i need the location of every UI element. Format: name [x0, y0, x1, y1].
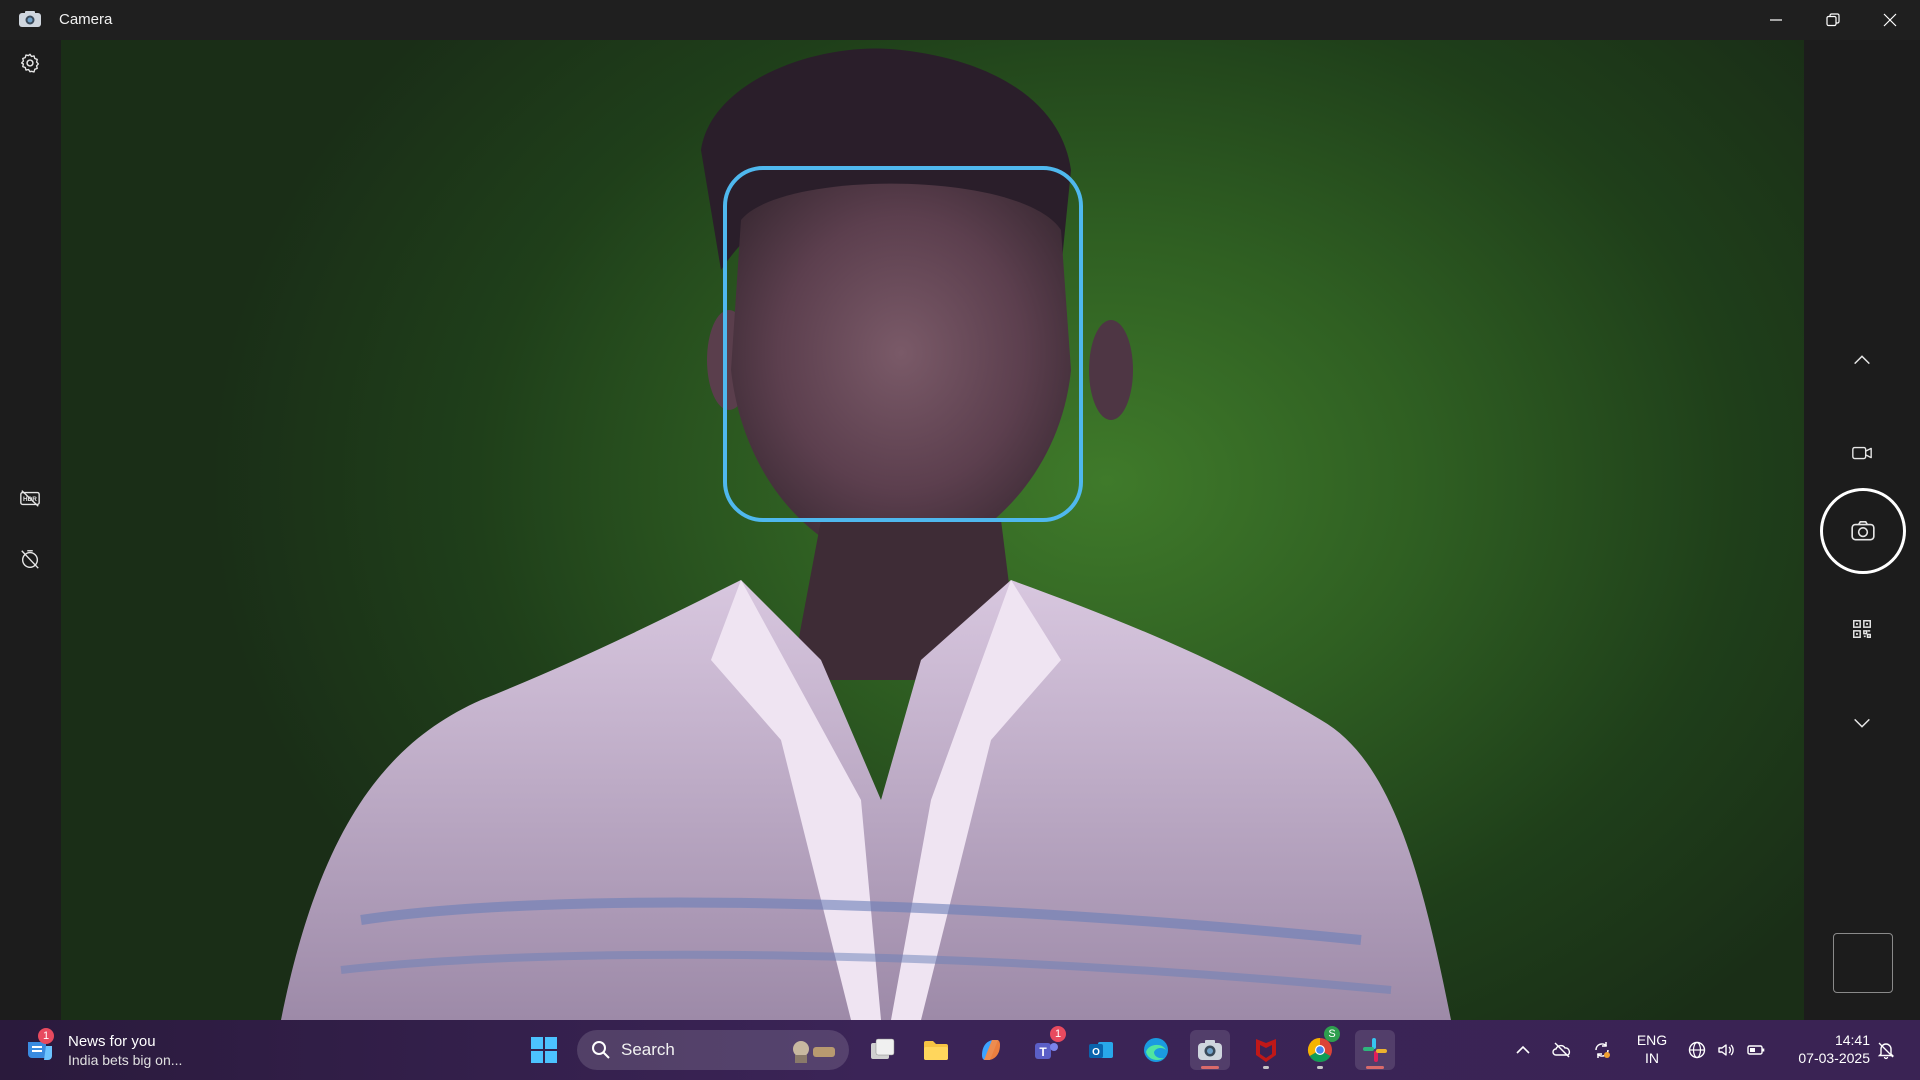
photo-shutter-button[interactable]	[1820, 488, 1906, 574]
active-indicator	[1366, 1066, 1384, 1069]
scroll-down-button[interactable]	[1842, 703, 1882, 743]
show-hidden-icons-button[interactable]	[1511, 1038, 1535, 1062]
qr-scan-button[interactable]	[1842, 609, 1882, 649]
running-indicator	[1317, 1066, 1323, 1069]
last-capture-thumbnail[interactable]	[1833, 933, 1893, 993]
timer-off-icon	[21, 550, 39, 569]
input-language-indicator[interactable]: ENG IN	[1632, 1031, 1672, 1067]
news-widget[interactable]: 1 News for you India bets big on...	[24, 1028, 182, 1072]
settings-button[interactable]	[12, 45, 48, 81]
battery-button[interactable]	[1744, 1038, 1768, 1062]
window-title: Camera	[59, 11, 113, 28]
search-icon	[592, 1041, 610, 1059]
running-indicator	[1263, 1066, 1269, 1069]
notification-center-button[interactable]	[1874, 1038, 1898, 1062]
svg-text:HDR: HDR	[23, 496, 37, 503]
svg-text:T: T	[1039, 1045, 1047, 1059]
qr-code-icon	[1853, 620, 1871, 638]
camera-app-icon	[1198, 1040, 1222, 1060]
search-placeholder: Search	[621, 1040, 675, 1059]
sync-button[interactable]	[1590, 1038, 1614, 1062]
minimize-button[interactable]	[1748, 0, 1804, 40]
volume-icon	[1718, 1044, 1734, 1056]
sync-icon	[1595, 1042, 1610, 1058]
language-code: ENG	[1636, 1032, 1668, 1048]
title-bar: Camera	[0, 0, 1920, 40]
left-toolbar: HDR	[0, 40, 61, 1020]
video-mode-button[interactable]	[1842, 433, 1882, 473]
onedrive-button[interactable]	[1550, 1038, 1574, 1062]
minimize-icon	[1770, 19, 1782, 21]
gear-icon	[20, 53, 40, 73]
active-indicator	[1201, 1066, 1219, 1069]
right-toolbar	[1804, 40, 1920, 1020]
network-button[interactable]	[1685, 1038, 1709, 1062]
time: 14:41	[1834, 1032, 1870, 1048]
task-view-button[interactable]	[862, 1030, 902, 1070]
chrome-profile-badge: S	[1324, 1026, 1340, 1042]
camera-icon	[1851, 520, 1875, 541]
region-code: IN	[1645, 1050, 1659, 1066]
hdr-toggle-button[interactable]: HDR	[12, 480, 48, 516]
timer-toggle-button[interactable]	[12, 541, 48, 577]
chevron-up-icon	[1854, 355, 1870, 365]
clock[interactable]: 14:41 07-03-2025	[1782, 1031, 1870, 1067]
outlook-button[interactable]: O	[1081, 1030, 1121, 1070]
edge-button[interactable]	[1136, 1030, 1176, 1070]
mcafee-icon	[1256, 1039, 1276, 1062]
windows-logo-icon	[531, 1037, 557, 1063]
edge-icon	[1144, 1038, 1168, 1062]
notification-icon	[1877, 1042, 1895, 1060]
chevron-down-icon	[1854, 718, 1870, 728]
svg-text:O: O	[1092, 1047, 1100, 1058]
globe-icon	[1688, 1041, 1706, 1059]
close-icon	[1883, 13, 1897, 27]
teams-button[interactable]: T 1	[1026, 1026, 1066, 1070]
video-camera-icon	[1852, 446, 1872, 460]
taskbar-search[interactable]: Search	[577, 1030, 849, 1070]
copilot-button[interactable]	[971, 1030, 1011, 1070]
restore-icon	[1826, 13, 1840, 27]
outlook-icon: O	[1089, 1042, 1113, 1058]
battery-icon	[1747, 1045, 1765, 1055]
slack-button[interactable]	[1355, 1030, 1395, 1070]
news-icon: 1	[24, 1028, 56, 1066]
close-button[interactable]	[1862, 0, 1918, 40]
camera-preview	[61, 40, 1804, 1020]
task-view-icon	[871, 1038, 895, 1059]
copilot-icon	[982, 1040, 1000, 1060]
camera-taskbar-button[interactable]	[1190, 1030, 1230, 1070]
face-detection-box	[723, 166, 1083, 522]
news-badge: 1	[38, 1028, 54, 1044]
start-button[interactable]	[524, 1030, 564, 1070]
search-highlight-icon	[793, 1041, 835, 1063]
folder-icon	[924, 1041, 948, 1060]
scroll-up-button[interactable]	[1842, 340, 1882, 380]
chrome-button[interactable]: S	[1300, 1026, 1340, 1070]
chevron-up-icon	[1516, 1045, 1530, 1054]
mcafee-button[interactable]	[1246, 1030, 1286, 1070]
date: 07-03-2025	[1798, 1050, 1870, 1066]
volume-button[interactable]	[1714, 1038, 1738, 1062]
file-explorer-button[interactable]	[916, 1030, 956, 1070]
news-subtitle: India bets big on...	[68, 1051, 183, 1068]
hdr-off-icon: HDR	[20, 490, 40, 507]
onedrive-icon	[1552, 1042, 1571, 1058]
teams-badge: 1	[1050, 1026, 1066, 1042]
restore-button[interactable]	[1805, 0, 1861, 40]
slack-icon	[1363, 1038, 1387, 1062]
camera-app-icon	[18, 10, 42, 28]
news-title: News for you	[68, 1032, 156, 1050]
taskbar: 1 News for you India bets big on... Sear…	[0, 1020, 1920, 1080]
